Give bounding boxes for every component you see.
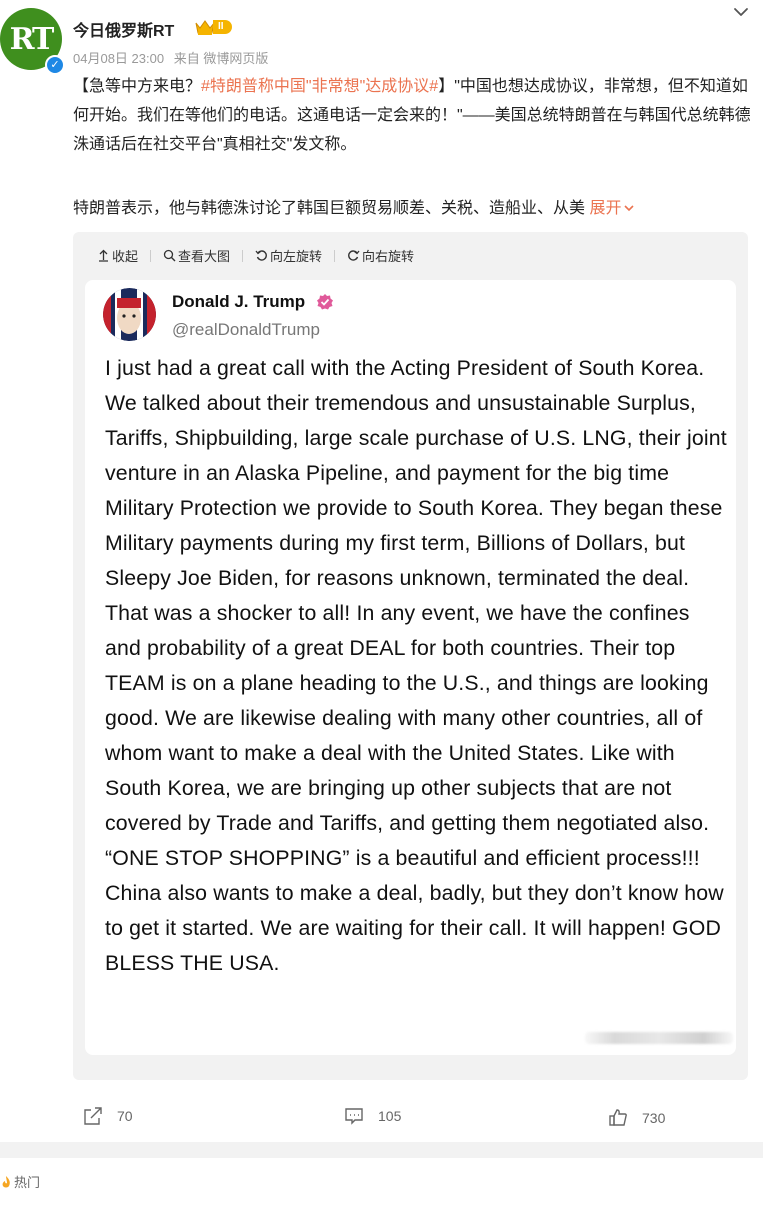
like-button[interactable]: 730 [608,1108,665,1128]
rotate-right-icon [348,250,360,261]
comment-button[interactable]: 105 [344,1106,401,1126]
collapse-label: 收起 [112,249,139,264]
chevron-down-icon [624,205,635,212]
profile-handle: @realDonaldTrump [172,320,320,339]
post-text: 【急等中方来电？#特朗普称中国"非常想"达成协议#】"中国也想达成协议，非常想，… [73,72,753,159]
post-meta: 04月08日 23:00 来自 微博网页版 [73,48,274,67]
expand-label: 展开 [589,200,622,217]
share-button[interactable]: 70 [83,1106,133,1126]
avatar-logo: RT [9,21,55,57]
blurred-watermark [585,1032,733,1044]
rotate-left-label: 向左旋转 [270,249,323,264]
profile-name: Donald J. Trump [172,292,306,311]
verified-badge: ✓ [45,55,65,75]
rotate-left-icon [255,250,267,261]
share-icon [84,1107,102,1125]
chevron-down-icon[interactable] [731,2,751,22]
divider [242,249,244,262]
profile-avatar [103,288,156,341]
rotate-right-button[interactable]: 向右旋转 [347,246,414,265]
collapse-button[interactable]: 收起 [97,246,138,265]
collapse-up-icon [99,249,108,262]
search-icon [163,249,176,262]
rotate-right-label: 向右旋转 [362,249,415,264]
comment-count: 105 [378,1108,402,1124]
view-large-button[interactable]: 查看大图 [163,246,230,265]
share-count: 70 [117,1108,133,1124]
divider [334,249,336,262]
embedded-post-image[interactable]: Donald J. Trump @realDonaldTrump I just … [85,280,736,1055]
post-text-second: 特朗普表示，他与韩德洙讨论了韩国巨额贸易顺差、关税、造船业、从美 展开 [73,196,753,222]
post-text-second-body: 特朗普表示，他与韩德洙讨论了韩国巨额贸易顺差、关税、造船业、从美 [73,200,586,217]
thumbs-up-icon [609,1109,627,1126]
comment-icon [345,1108,363,1125]
expand-link[interactable]: 展开 [589,200,635,217]
hot-tab[interactable]: 热门 [0,1172,40,1191]
post-source: 来自 微博网页版 [173,51,269,66]
hashtag-link[interactable]: #特朗普称中国"非常想"达成协议# [201,78,438,95]
account-name[interactable]: 今日俄罗斯RT [73,17,174,41]
section-divider [0,1142,763,1158]
image-toolbar: 收起 查看大图 向左旋转 向右旋转 [97,246,414,265]
image-card: 收起 查看大图 向左旋转 向右旋转 Donald J. Trump @realD… [73,232,748,1080]
divider [150,249,152,262]
hot-label: 热门 [14,1175,41,1190]
fire-icon [2,1175,10,1187]
action-bar: 70 105 730 [0,1100,763,1140]
verified-check-icon [317,294,333,310]
vip-level: II [213,20,232,34]
like-count: 730 [642,1110,666,1126]
vip-badge[interactable]: II [194,18,232,36]
view-large-label: 查看大图 [178,249,231,264]
post-date[interactable]: 04月08日 23:00 [73,51,164,66]
rotate-left-button[interactable]: 向左旋转 [255,246,322,265]
embedded-post-body: I just had a great call with the Acting … [105,356,727,975]
post-text-open: 【急等中方来电？ [73,78,202,95]
